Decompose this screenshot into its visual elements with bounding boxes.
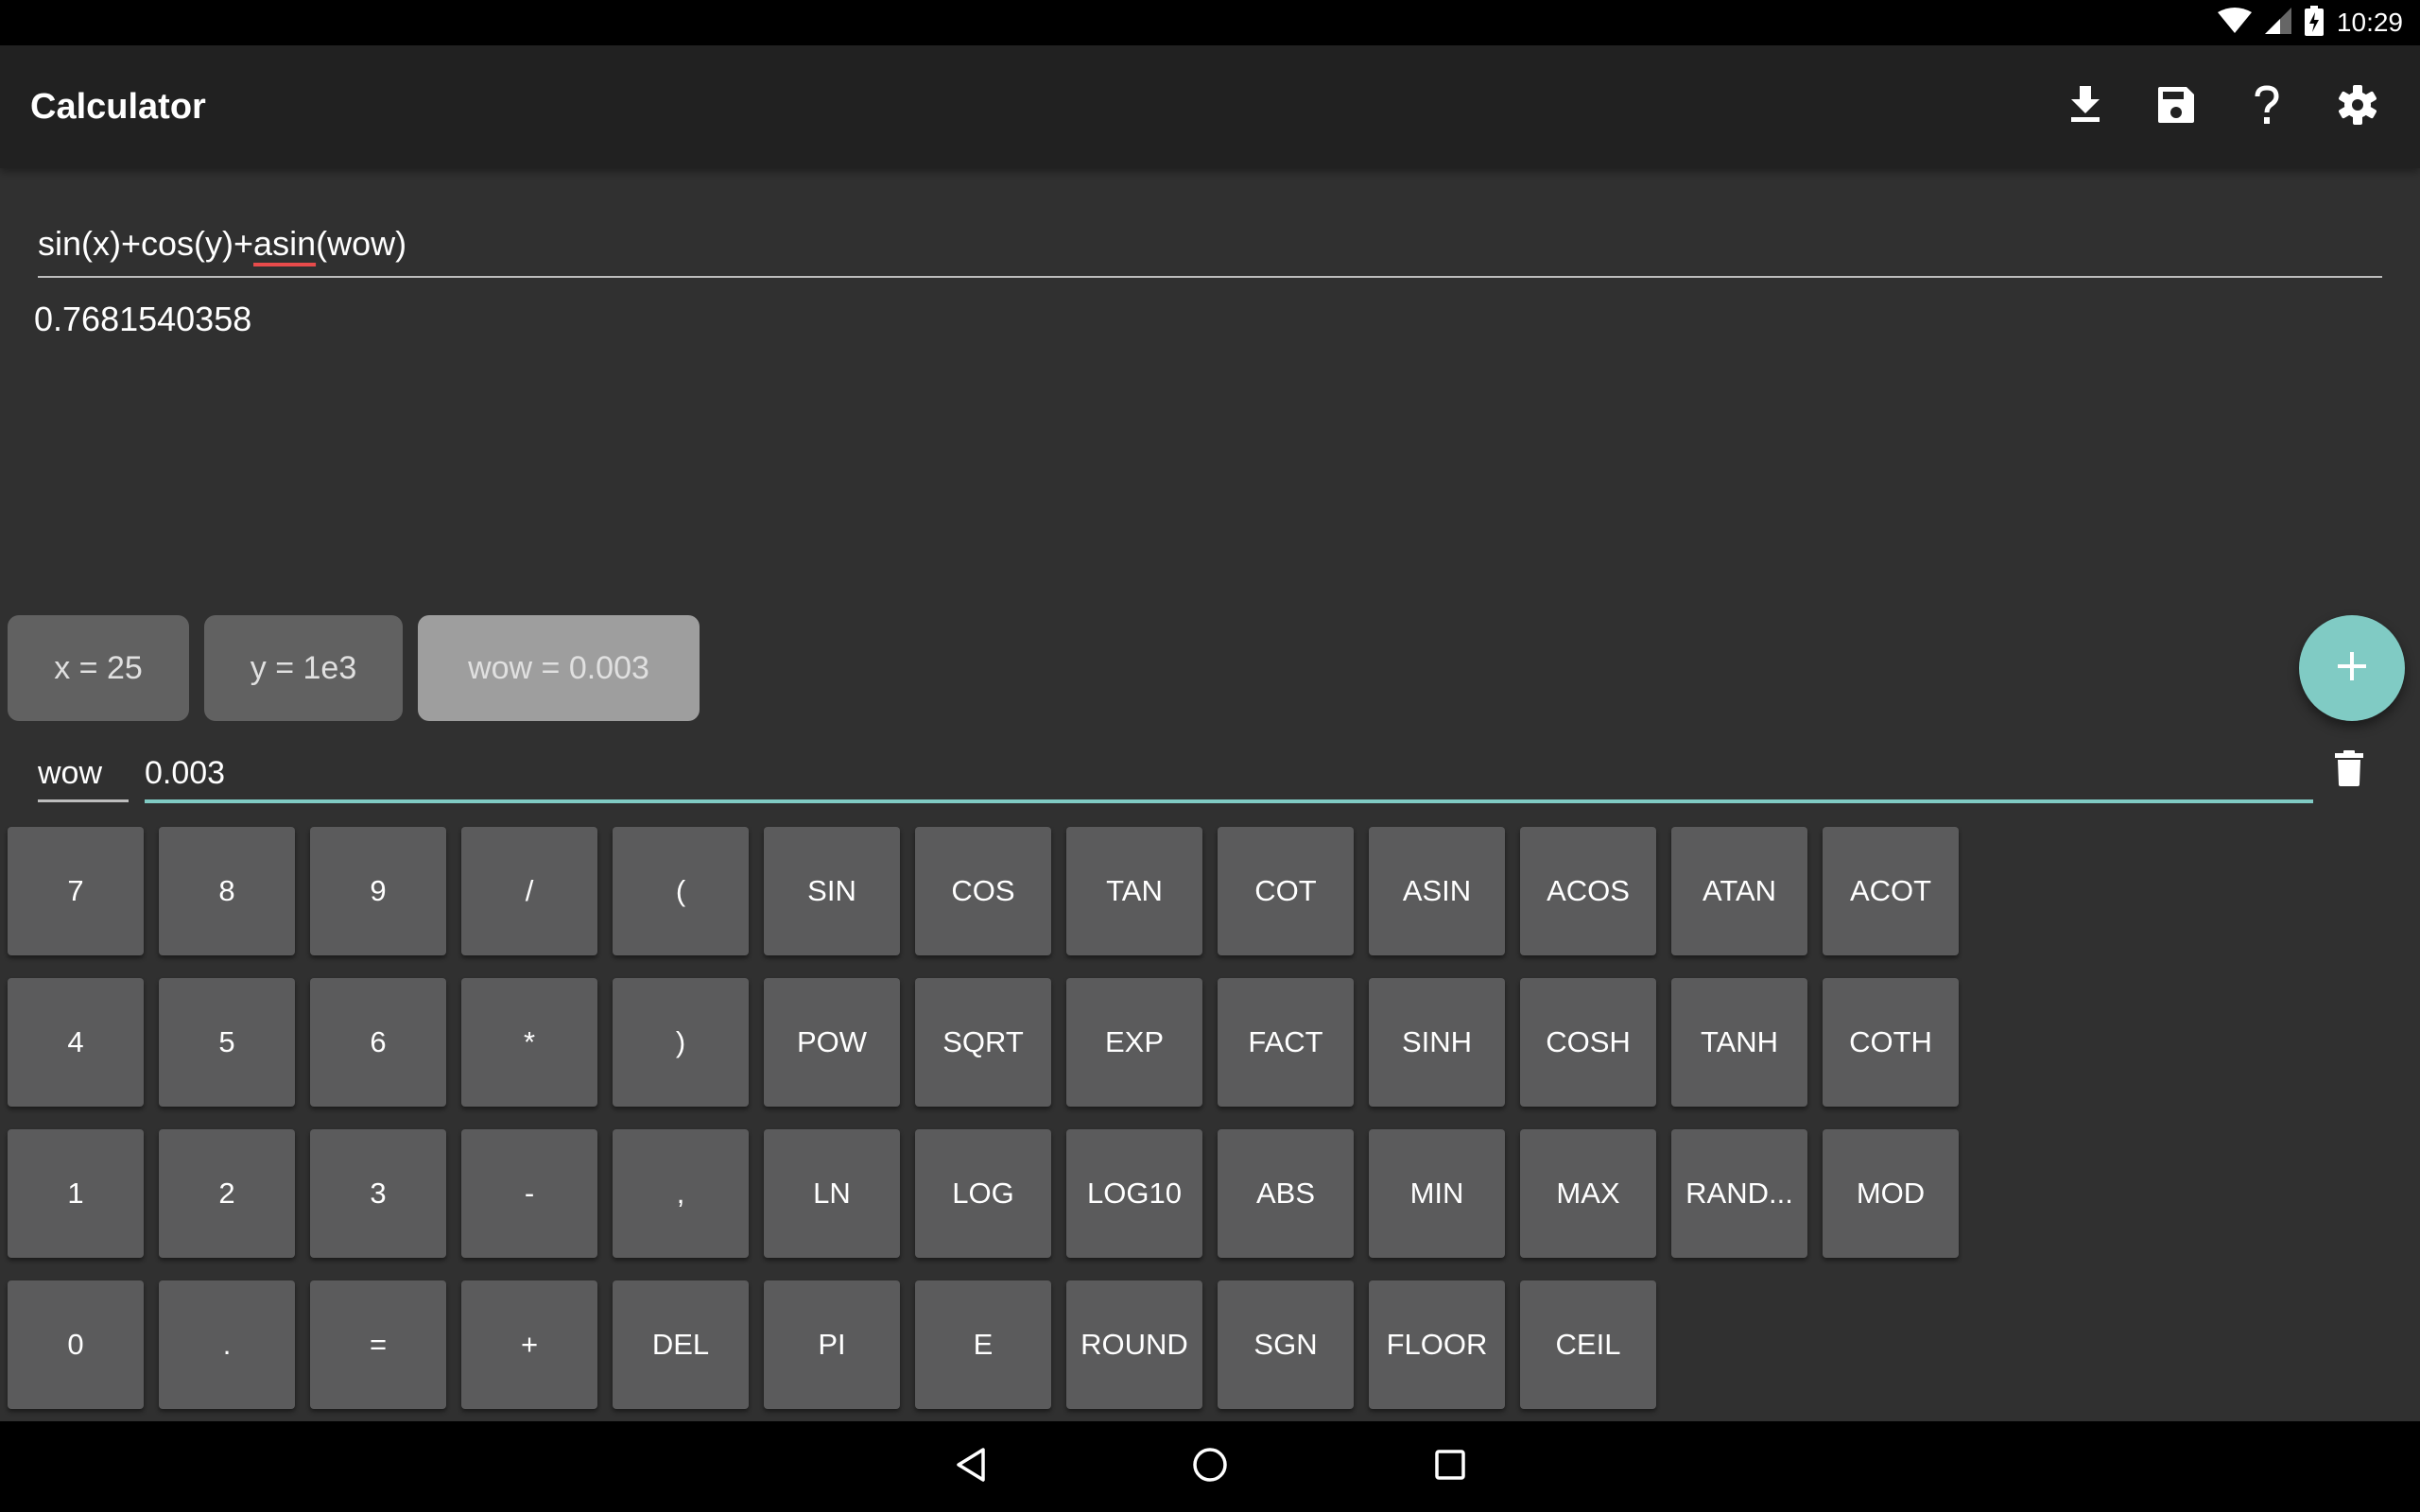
key-fact[interactable]: FACT	[1218, 978, 1354, 1107]
key-7[interactable]: 7	[8, 827, 144, 955]
expression-input[interactable]: sin(x)+cos(y)+asin(wow)	[38, 217, 2382, 278]
key-decimal[interactable]: .	[159, 1280, 295, 1409]
key-plus[interactable]: +	[461, 1280, 597, 1409]
key-max[interactable]: MAX	[1520, 1129, 1656, 1258]
app-bar-actions	[2040, 45, 2403, 168]
key-comma[interactable]: ,	[613, 1129, 749, 1258]
save-icon	[2158, 86, 2194, 128]
key-round[interactable]: ROUND	[1066, 1280, 1202, 1409]
wifi-icon	[2217, 7, 2252, 40]
key-log[interactable]: LOG	[915, 1129, 1051, 1258]
key-acot[interactable]: ACOT	[1823, 827, 1959, 955]
key-0[interactable]: 0	[8, 1280, 144, 1409]
key-equals[interactable]: =	[310, 1280, 446, 1409]
key-tan[interactable]: TAN	[1066, 827, 1202, 955]
key-acos[interactable]: ACOS	[1520, 827, 1656, 955]
key-open-paren[interactable]: (	[613, 827, 749, 955]
key-9[interactable]: 9	[310, 827, 446, 955]
expression-part: sin(x)+cos(y)+	[38, 224, 254, 263]
back-button[interactable]	[914, 1421, 1028, 1512]
key-pow[interactable]: POW	[764, 978, 900, 1107]
cell-signal-icon	[2264, 7, 2291, 39]
result-output: 0.7681540358	[34, 300, 252, 338]
key-minus[interactable]: -	[461, 1129, 597, 1258]
recents-icon	[1434, 1449, 1466, 1486]
key-sin[interactable]: SIN	[764, 827, 900, 955]
key-pi[interactable]: PI	[764, 1280, 900, 1409]
variable-chip-active[interactable]: wow = 0.003	[418, 615, 700, 721]
back-icon	[955, 1447, 987, 1487]
key-cot[interactable]: COT	[1218, 827, 1354, 955]
key-3[interactable]: 3	[310, 1129, 446, 1258]
settings-button[interactable]	[2312, 61, 2403, 152]
recents-button[interactable]	[1393, 1421, 1507, 1512]
settings-icon	[2338, 84, 2377, 129]
key-ln[interactable]: LN	[764, 1129, 900, 1258]
add-variable-button[interactable]	[2299, 615, 2405, 721]
key-close-paren[interactable]: )	[613, 978, 749, 1107]
key-cosh[interactable]: COSH	[1520, 978, 1656, 1107]
status-bar: 10:29	[0, 0, 2420, 45]
save-button[interactable]	[2131, 61, 2221, 152]
key-6[interactable]: 6	[310, 978, 446, 1107]
key-log10[interactable]: LOG10	[1066, 1129, 1202, 1258]
app-bar: Calculator	[0, 45, 2420, 168]
nav-bar	[0, 1421, 2420, 1512]
key-e[interactable]: E	[915, 1280, 1051, 1409]
key-cos[interactable]: COS	[915, 827, 1051, 955]
key-8[interactable]: 8	[159, 827, 295, 955]
home-icon	[1192, 1447, 1228, 1487]
expression-part: (wow)	[316, 224, 407, 263]
key-min[interactable]: MIN	[1369, 1129, 1505, 1258]
key-rand[interactable]: RAND...	[1671, 1129, 1807, 1258]
help-icon	[2255, 84, 2279, 129]
misspelled-word: asin	[253, 224, 317, 263]
key-ceil[interactable]: CEIL	[1520, 1280, 1656, 1409]
key-exp[interactable]: EXP	[1066, 978, 1202, 1107]
trash-icon	[2335, 750, 2363, 790]
key-floor[interactable]: FLOOR	[1369, 1280, 1505, 1409]
expression-text[interactable]: sin(x)+cos(y)+asin(wow)	[38, 217, 2382, 270]
status-icons: 10:29	[2217, 0, 2403, 45]
help-button[interactable]	[2221, 61, 2312, 152]
key-5[interactable]: 5	[159, 978, 295, 1107]
key-1[interactable]: 1	[8, 1129, 144, 1258]
key-atan[interactable]: ATAN	[1671, 827, 1807, 955]
key-divide[interactable]: /	[461, 827, 597, 955]
download-icon	[2069, 85, 2101, 129]
key-2[interactable]: 2	[159, 1129, 295, 1258]
key-del[interactable]: DEL	[613, 1280, 749, 1409]
key-coth[interactable]: COTH	[1823, 978, 1959, 1107]
key-mod[interactable]: MOD	[1823, 1129, 1959, 1258]
download-button[interactable]	[2040, 61, 2131, 152]
battery-charging-icon	[2304, 5, 2324, 41]
variable-value-field[interactable]: 0.003	[145, 747, 2313, 803]
key-asin[interactable]: ASIN	[1369, 827, 1505, 955]
delete-variable-button[interactable]	[2335, 750, 2377, 798]
home-button[interactable]	[1153, 1421, 1267, 1512]
variable-chip[interactable]: y = 1e3	[204, 615, 403, 721]
key-sgn[interactable]: SGN	[1218, 1280, 1354, 1409]
key-sinh[interactable]: SINH	[1369, 978, 1505, 1107]
variable-chip[interactable]: x = 25	[8, 615, 189, 721]
key-sqrt[interactable]: SQRT	[915, 978, 1051, 1107]
key-multiply[interactable]: *	[461, 978, 597, 1107]
status-time: 10:29	[2336, 8, 2403, 37]
key-tanh[interactable]: TANH	[1671, 978, 1807, 1107]
key-4[interactable]: 4	[8, 978, 144, 1107]
variable-chips: x = 25 y = 1e3 wow = 0.003	[8, 615, 700, 721]
plus-icon	[2338, 651, 2366, 685]
variable-name-field[interactable]: wow	[38, 747, 129, 802]
key-abs[interactable]: ABS	[1218, 1129, 1354, 1258]
app-title: Calculator	[30, 87, 206, 127]
